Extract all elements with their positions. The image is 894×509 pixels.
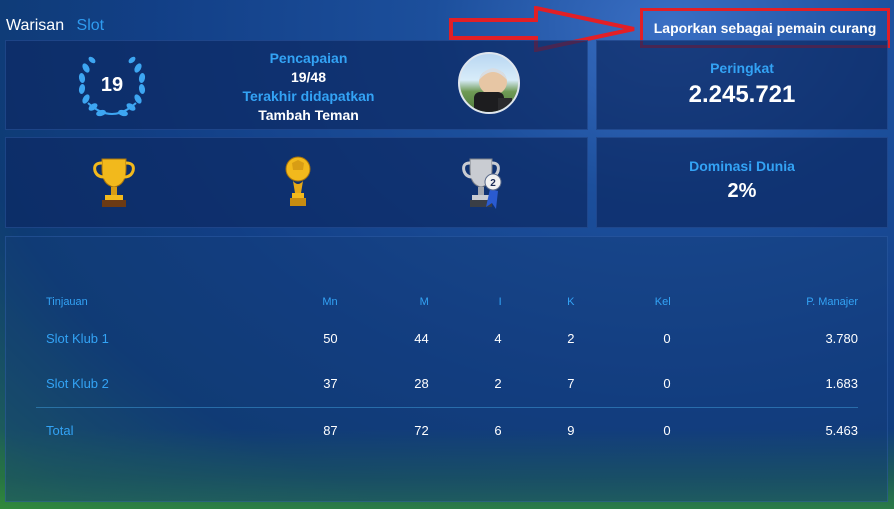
achievement-summary: Pencapaian 19/48 Terakhir didapatkan Tam…: [196, 49, 421, 125]
total-manager-points: 5.463: [670, 406, 858, 453]
tab-bar: Warisan Slot: [6, 17, 112, 35]
col-overview: Tinjauan: [46, 296, 88, 308]
cell-manager-points: 3.780: [825, 330, 858, 346]
col-relegated: Kel: [654, 296, 671, 308]
total-draw: 6: [428, 406, 502, 453]
total-lost: 9: [501, 406, 575, 453]
cell-lost: 2: [567, 330, 575, 346]
total-played: 87: [238, 406, 338, 453]
trophy-badge-number: 2: [490, 178, 496, 189]
col-draw: I: [498, 296, 502, 308]
cell-won: 44: [414, 330, 429, 346]
club-slot-link[interactable]: Slot Klub 2: [36, 361, 238, 407]
rank-value: 2.245.721: [688, 81, 796, 108]
achievement-level: 19: [100, 74, 124, 96]
table-total-row: Total 87 72 6 9 0 5.463: [36, 406, 858, 453]
trophies-panel: 2: [5, 137, 588, 228]
club-stats-panel: Tinjauan Mn M I K Kel P. Manajer Slot Kl…: [5, 236, 888, 502]
col-played: Mn: [322, 296, 338, 308]
world-domination-panel: Dominasi Dunia 2%: [596, 137, 888, 228]
table-row[interactable]: Slot Klub 2 37 28 2 7 0 1.683: [36, 361, 858, 407]
rank-panel: Peringkat 2.245.721: [596, 40, 888, 130]
rank-label: Peringkat: [710, 60, 774, 76]
club-slot-link[interactable]: Slot Klub 1: [36, 315, 238, 361]
cell-lost: 7: [567, 376, 575, 392]
cell-relegated: 0: [663, 376, 671, 392]
total-label: Total: [36, 406, 239, 453]
cell-manager-points: 1.683: [825, 376, 858, 392]
table-header-row: Tinjauan Mn M I K Kel P. Manajer: [36, 289, 858, 315]
table-row[interactable]: Slot Klub 1 50 44 4 2 0 3.780: [36, 315, 858, 361]
last-earned-label: Terakhir didapatkan: [242, 88, 375, 104]
cell-draw: 4: [494, 330, 502, 346]
club-stats-table: Tinjauan Mn M I K Kel P. Manajer Slot Kl…: [36, 289, 858, 453]
last-earned-value: Tambah Teman: [258, 107, 359, 123]
avatar[interactable]: [458, 52, 520, 114]
tab-warisan[interactable]: Warisan: [6, 17, 64, 34]
col-won: M: [419, 296, 429, 308]
cell-played: 50: [323, 330, 338, 346]
cell-won: 28: [414, 376, 429, 392]
cell-draw: 2: [494, 376, 502, 392]
domination-label: Dominasi Dunia: [689, 158, 795, 174]
silver-cup-trophy-icon[interactable]: 2: [462, 155, 506, 211]
total-won: 72: [337, 406, 429, 453]
total-relegated: 0: [574, 406, 671, 453]
manager-avatar-icon: [474, 68, 512, 112]
gold-cup-trophy-icon[interactable]: [92, 155, 136, 211]
achievement-panel: 19 Pencapaian 19/48 Terakhir didapatkan …: [5, 40, 588, 130]
col-manager-points: P. Manajer: [806, 296, 858, 308]
cell-played: 37: [323, 376, 338, 392]
tab-slot[interactable]: Slot: [77, 17, 105, 34]
col-lost: K: [567, 296, 575, 308]
cell-relegated: 0: [663, 330, 671, 346]
domination-value: 2%: [727, 180, 757, 202]
achievement-progress: 19/48: [290, 69, 327, 85]
gold-ball-trophy-icon[interactable]: [282, 153, 314, 211]
achievement-title: Pencapaian: [269, 50, 348, 66]
